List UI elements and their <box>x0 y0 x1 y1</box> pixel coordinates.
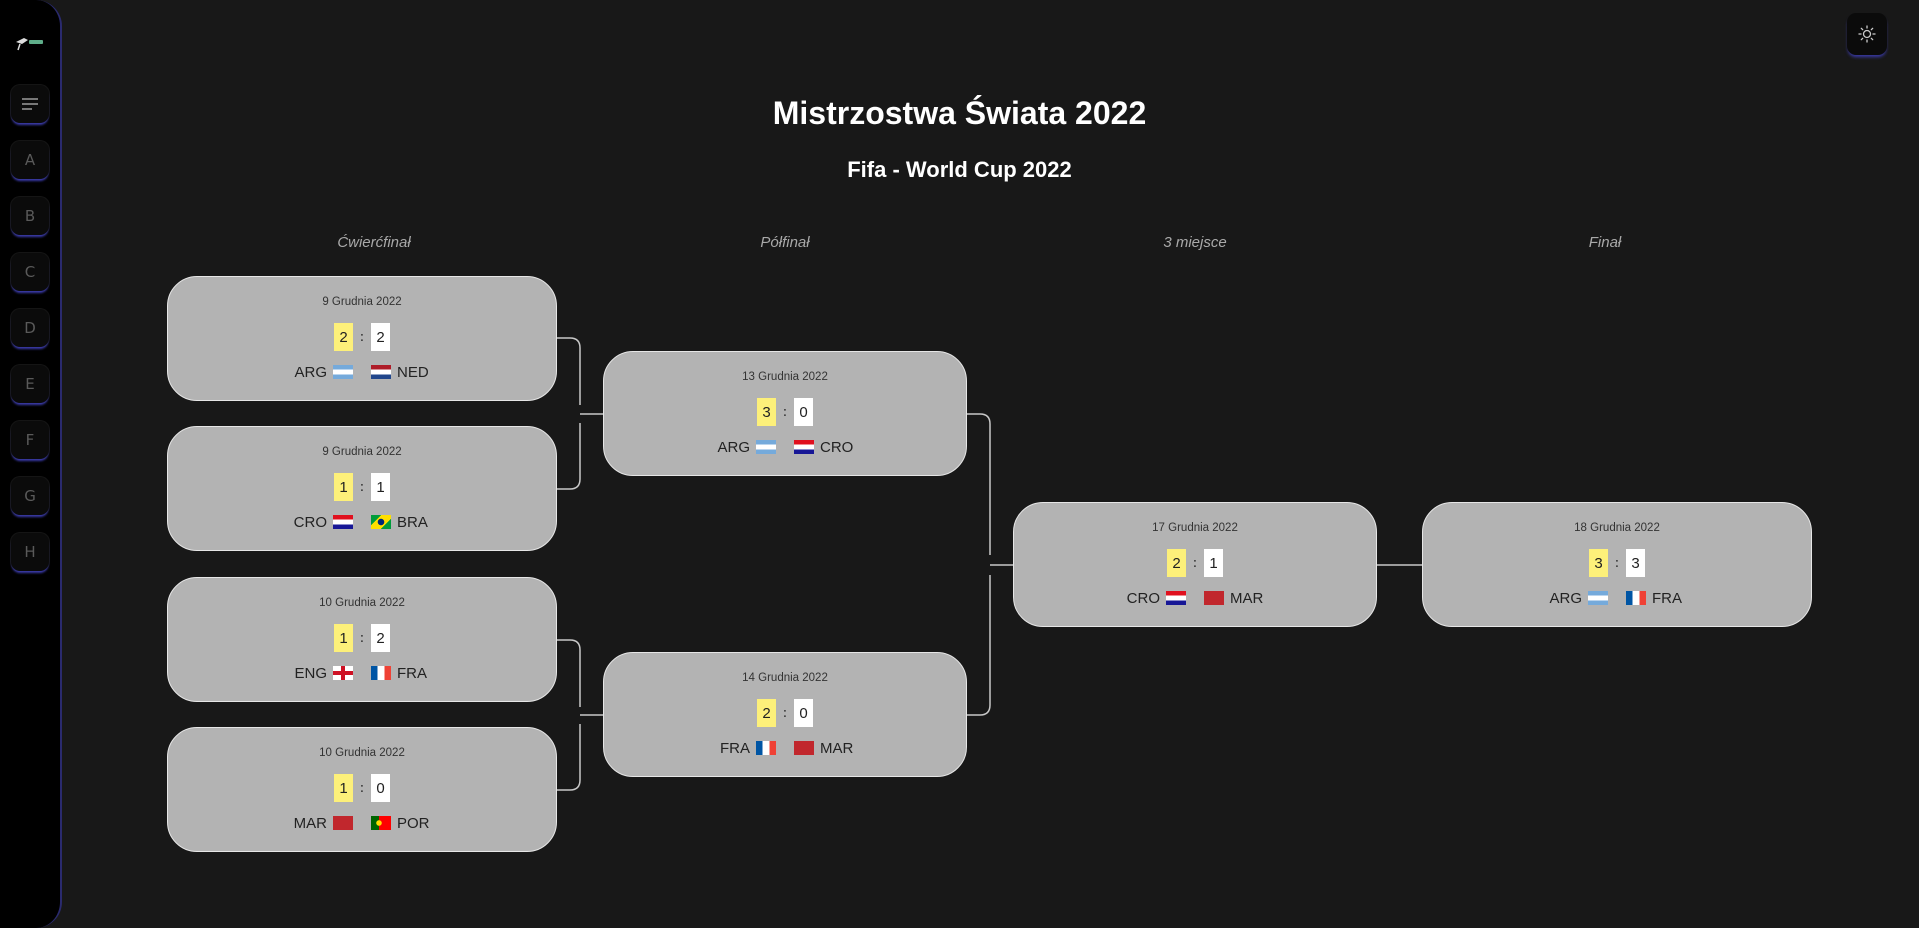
away-team: NED <box>397 363 429 381</box>
teams-row: FRA MAR <box>712 738 858 758</box>
croatia-flag-icon <box>794 440 814 454</box>
match-date: 10 Grudnia 2022 <box>319 747 405 759</box>
match-card-sf2[interactable]: 14 Grudnia 2022 2 : 0 FRA MAR <box>603 652 967 777</box>
match-date: 18 Grudnia 2022 <box>1574 522 1660 534</box>
match-card-qf3[interactable]: 10 Grudnia 2022 1 : 2 ENG FRA <box>167 577 557 702</box>
home-score: 2 <box>334 323 353 351</box>
match-date: 10 Grudnia 2022 <box>319 597 405 609</box>
teams-row: MAR POR <box>289 813 435 833</box>
croatia-flag-icon <box>333 515 353 529</box>
teams-row: ARG CRO <box>712 437 858 457</box>
away-team: POR <box>397 814 430 832</box>
portugal-flag-icon <box>371 816 391 830</box>
away-team: MAR <box>820 739 854 757</box>
match-card-qf1[interactable]: 9 Grudnia 2022 2 : 2 ARG NED <box>167 276 557 401</box>
france-flag-icon <box>371 666 391 680</box>
morocco-flag-icon <box>333 816 353 830</box>
home-team: CRO <box>293 513 327 531</box>
france-flag-icon <box>756 741 776 755</box>
home-team: FRA <box>720 739 750 757</box>
scoreline: 1 : 1 <box>168 473 556 501</box>
home-score: 1 <box>334 624 353 652</box>
brazil-flag-icon <box>371 515 391 529</box>
match-date: 14 Grudnia 2022 <box>742 672 828 684</box>
home-score: 3 <box>757 398 776 426</box>
away-score: 1 <box>1204 549 1223 577</box>
away-team: CRO <box>820 438 854 456</box>
home-team: ENG <box>294 664 327 682</box>
teams-row: ARG FRA <box>1544 588 1690 608</box>
away-score: 1 <box>371 473 390 501</box>
match-card-final[interactable]: 18 Grudnia 2022 3 : 3 ARG FRA <box>1422 502 1812 627</box>
match-card-third-place[interactable]: 17 Grudnia 2022 2 : 1 CRO MAR <box>1013 502 1377 627</box>
morocco-flag-icon <box>1204 591 1224 605</box>
scoreline: 2 : 1 <box>1014 549 1376 577</box>
scoreline: 2 : 2 <box>168 323 556 351</box>
match-date: 9 Grudnia 2022 <box>322 296 402 308</box>
teams-row: CRO BRA <box>289 512 435 532</box>
away-score: 0 <box>794 699 813 727</box>
match-card-qf2[interactable]: 9 Grudnia 2022 1 : 1 CRO BRA <box>167 426 557 551</box>
home-team: CRO <box>1126 589 1160 607</box>
home-score: 1 <box>334 774 353 802</box>
match-card-sf1[interactable]: 13 Grudnia 2022 3 : 0 ARG CRO <box>603 351 967 476</box>
england-flag-icon <box>333 666 353 680</box>
home-team: ARG <box>1549 589 1582 607</box>
away-team: FRA <box>397 664 427 682</box>
home-team: ARG <box>717 438 750 456</box>
france-flag-icon <box>1626 591 1646 605</box>
teams-row: CRO MAR <box>1122 588 1268 608</box>
away-team: MAR <box>1230 589 1264 607</box>
scoreline: 3 : 3 <box>1423 549 1811 577</box>
away-team: FRA <box>1652 589 1682 607</box>
home-score: 3 <box>1589 549 1608 577</box>
croatia-flag-icon <box>1166 591 1186 605</box>
match-card-qf4[interactable]: 10 Grudnia 2022 1 : 0 MAR POR <box>167 727 557 852</box>
morocco-flag-icon <box>794 741 814 755</box>
away-score: 2 <box>371 624 390 652</box>
scoreline: 3 : 0 <box>604 398 966 426</box>
argentina-flag-icon <box>756 440 776 454</box>
away-score: 3 <box>1626 549 1645 577</box>
home-team: MAR <box>293 814 327 832</box>
away-score: 2 <box>371 323 390 351</box>
away-score: 0 <box>794 398 813 426</box>
argentina-flag-icon <box>1588 591 1608 605</box>
home-score: 2 <box>757 699 776 727</box>
netherlands-flag-icon <box>371 365 391 379</box>
home-team: ARG <box>294 363 327 381</box>
scoreline: 1 : 0 <box>168 774 556 802</box>
teams-row: ENG FRA <box>289 663 435 683</box>
argentina-flag-icon <box>333 365 353 379</box>
home-score: 2 <box>1167 549 1186 577</box>
match-date: 9 Grudnia 2022 <box>322 446 402 458</box>
teams-row: ARG NED <box>289 362 435 382</box>
scoreline: 2 : 0 <box>604 699 966 727</box>
away-score: 0 <box>371 774 390 802</box>
scoreline: 1 : 2 <box>168 624 556 652</box>
away-team: BRA <box>397 513 428 531</box>
home-score: 1 <box>334 473 353 501</box>
match-date: 17 Grudnia 2022 <box>1152 522 1238 534</box>
match-date: 13 Grudnia 2022 <box>742 371 828 383</box>
